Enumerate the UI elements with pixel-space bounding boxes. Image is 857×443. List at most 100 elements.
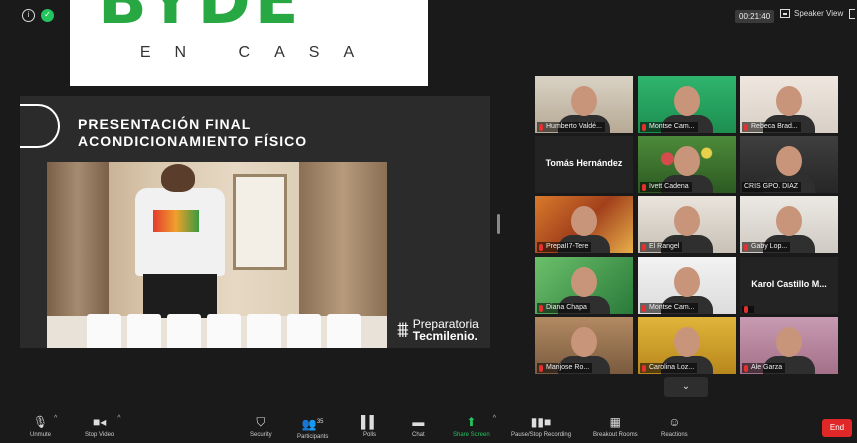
participant-tile[interactable]: Diana Chapa (535, 257, 633, 314)
logo-subline: EN CASA (139, 44, 379, 61)
reactions-button[interactable]: ☺ Reactions (661, 415, 688, 438)
participant-name-tag: CRIS GPO. DIAZ (742, 182, 802, 192)
top-status-icons: i ✓ (22, 9, 54, 22)
breakout-rooms-button[interactable]: ▦ Breakout Rooms (593, 415, 638, 438)
presentation-title-line2: ACONDICIONAMIENTO FÍSICO (78, 133, 308, 149)
participant-tile[interactable]: CRIS GPO. DIAZ (740, 136, 838, 193)
microphone-muted-icon: 🎙 (32, 415, 49, 429)
muted-mic-icon (539, 243, 543, 251)
participant-name-tag (742, 306, 754, 313)
muted-mic-icon (539, 123, 543, 131)
participant-name-tag: Carolina Loz... (640, 363, 698, 373)
participant-name-tag: Ivett Cadena (640, 182, 692, 192)
participant-name-tag: Gaby Lop... (742, 242, 791, 252)
logo-headline: BYDE (98, 0, 303, 39)
participant-tile[interactable]: Rebeca Brad... (740, 76, 838, 133)
participant-tile[interactable]: Carolina Loz... (638, 317, 736, 374)
participant-name-tag: PrepaII7-Tere (537, 242, 592, 252)
participants-count: 35 (316, 419, 324, 425)
participant-tile[interactable]: Gaby Lop... (740, 196, 838, 253)
muted-mic-icon (642, 123, 646, 131)
participant-name: Diana Chapa (546, 304, 587, 311)
unmute-button[interactable]: 🎙 ^ Unmute (30, 415, 57, 438)
participant-video (571, 206, 597, 236)
share-screen-button[interactable]: ⬆ ^ Share Screen (453, 415, 496, 438)
participant-tile[interactable]: Ivett Cadena (638, 136, 736, 193)
participant-name: CRIS GPO. DIAZ (744, 183, 799, 190)
presentation-title-line1: PRESENTACIÓN FINAL (78, 116, 252, 132)
participant-name-tag: El Rangel (640, 242, 683, 252)
chat-button[interactable]: ▬ Chat (412, 415, 425, 438)
participant-name-tag: Montse Cam... (640, 303, 698, 313)
participants-button[interactable]: 👥35 Participants (297, 415, 328, 440)
muted-mic-icon (642, 183, 646, 191)
participant-video (571, 267, 597, 297)
participant-tile[interactable]: Karol Castillo M... (740, 257, 838, 314)
participant-tile[interactable]: Montse Cam... (638, 257, 736, 314)
participant-tile[interactable]: PrepaII7-Tere (535, 196, 633, 253)
shield-icon[interactable]: ✓ (41, 9, 54, 22)
muted-mic-icon (744, 306, 748, 313)
participant-name: PrepaII7-Tere (546, 243, 589, 250)
participant-name: Ale Garza (751, 364, 783, 371)
participant-name-tag: Marijose Ro... (537, 363, 593, 373)
brand-line2: Tecmilenio. (412, 329, 478, 343)
end-meeting-button[interactable]: End (822, 419, 852, 437)
participant-video (571, 86, 597, 116)
security-button[interactable]: ⛉ Security (250, 415, 272, 438)
participant-video (674, 267, 700, 297)
participant-name-tag: Diana Chapa (537, 303, 590, 313)
exercising-student (129, 164, 229, 318)
participant-name: Carolina Loz... (649, 364, 695, 371)
participant-name: Rebeca Brad... (751, 123, 798, 130)
participant-tile[interactable]: Marijose Ro... (535, 317, 633, 374)
stop-video-button[interactable]: ■◂ ^ Stop Video (85, 415, 121, 438)
participant-tile[interactable]: Tomás Hernández (535, 136, 633, 193)
participant-name: Ivett Cadena (649, 183, 689, 190)
muted-mic-icon (642, 304, 646, 312)
muted-mic-icon (539, 304, 543, 312)
participant-name: Humberto Valdé... (546, 123, 602, 130)
participant-video (776, 86, 802, 116)
participant-video (776, 327, 802, 357)
participant-name: Gaby Lop... (751, 243, 788, 250)
meeting-timer: 00:21:40 (735, 10, 775, 23)
muted-mic-icon (539, 364, 543, 372)
participant-name-tag: Rebeca Brad... (742, 122, 801, 132)
recording-button[interactable]: ▮▮■ Pause/Stop Recording (511, 415, 571, 438)
participant-video (674, 86, 700, 116)
participant-name-tag: Ale Garza (742, 363, 786, 373)
polls-button[interactable]: ▌▌ Polls (361, 415, 378, 438)
participant-tile[interactable]: El Rangel (638, 196, 736, 253)
embedded-video (47, 162, 387, 348)
chevron-up-icon[interactable]: ^ (117, 415, 120, 422)
participant-name: Montse Cam... (649, 123, 695, 130)
participant-tile[interactable]: Humberto Valdé... (535, 76, 633, 133)
presentation-title: PRESENTACIÓN FINAL ACONDICIONAMIENTO FÍS… (78, 116, 307, 150)
participant-video (674, 146, 700, 176)
muted-mic-icon (744, 364, 748, 372)
meeting-toolbar: 🎙 ^ Unmute ■◂ ^ Stop Video ⛉ Security 👥3… (0, 403, 857, 443)
participant-name-tag: Humberto Valdé... (537, 122, 605, 132)
fullscreen-icon[interactable] (849, 9, 855, 19)
participant-tile[interactable]: Ale Garza (740, 317, 838, 374)
breakout-grid-icon: ▦ (609, 415, 622, 429)
gallery-next-page-button[interactable]: ⌄ (664, 377, 708, 397)
tecmilenio-mark-icon: ⩩ (397, 317, 409, 342)
participant-display-name: Karol Castillo M... (751, 279, 827, 289)
chevron-up-icon[interactable]: ^ (493, 415, 496, 422)
bar-chart-icon: ▌▌ (361, 415, 379, 429)
grid-icon (780, 9, 790, 18)
shared-screen: PRESENTACIÓN FINAL ACONDICIONAMIENTO FÍS… (20, 96, 490, 348)
chevron-up-icon[interactable]: ^ (54, 415, 57, 422)
participant-video (674, 206, 700, 236)
participant-video (776, 206, 802, 236)
participant-tile[interactable]: Montse Cam... (638, 76, 736, 133)
info-icon[interactable]: i (22, 9, 35, 22)
muted-mic-icon (642, 243, 646, 251)
tecmilenio-logo: ⩩ Preparatoria Tecmilenio. (397, 318, 479, 342)
speaker-view-button[interactable]: Speaker View (780, 9, 843, 18)
event-logo: BYDE EN CASA (70, 0, 428, 86)
smiley-icon: ☺ (668, 415, 681, 429)
view-splitter-handle[interactable] (497, 214, 500, 234)
